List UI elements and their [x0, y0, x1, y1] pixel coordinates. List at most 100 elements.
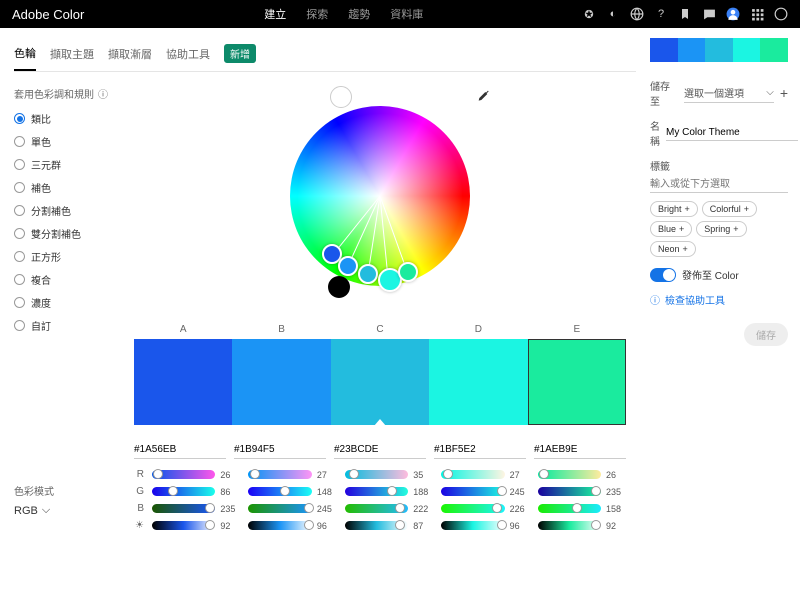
cc-icon[interactable]	[774, 7, 788, 21]
slider-track[interactable]	[345, 521, 408, 530]
slider-knob[interactable]	[304, 520, 314, 530]
slider-track[interactable]	[248, 521, 311, 530]
slider-track[interactable]	[248, 487, 311, 496]
rule-double-split[interactable]: 雙分割補色	[14, 226, 124, 241]
star-icon[interactable]: ✪	[582, 7, 596, 21]
tag-item[interactable]: Blue+	[650, 221, 692, 237]
rule-square[interactable]: 正方形	[14, 249, 124, 264]
slider-knob[interactable]	[205, 503, 215, 513]
slider-knob[interactable]	[280, 486, 290, 496]
slider-track[interactable]	[538, 487, 601, 496]
slider-value: 245	[317, 504, 337, 514]
swatch-c[interactable]	[331, 339, 429, 425]
rule-mono[interactable]: 單色	[14, 134, 124, 149]
rule-analogous[interactable]: 類比	[14, 111, 124, 126]
wheel-handle[interactable]	[338, 256, 358, 276]
slider-knob[interactable]	[349, 469, 359, 479]
rule-custom[interactable]: 自訂	[14, 318, 124, 333]
help-icon[interactable]: ?	[654, 7, 668, 21]
hex-e[interactable]	[534, 441, 626, 459]
slider-track[interactable]	[152, 487, 215, 496]
tags-input[interactable]	[650, 177, 788, 193]
eyedropper-icon[interactable]	[474, 88, 490, 107]
globe-icon[interactable]	[630, 7, 644, 21]
tag-item[interactable]: Spring+	[696, 221, 746, 237]
nav-explore[interactable]: 探索	[306, 6, 328, 22]
hex-c[interactable]	[334, 441, 426, 459]
slider-track[interactable]	[538, 504, 601, 513]
wheel-handle[interactable]	[358, 264, 378, 284]
save-button[interactable]: 儲存	[744, 323, 788, 346]
color-wheel[interactable]	[290, 106, 470, 286]
slider-knob[interactable]	[387, 486, 397, 496]
slider-track[interactable]	[345, 470, 408, 479]
swatch-b[interactable]	[232, 339, 330, 425]
slider-knob[interactable]	[492, 503, 502, 513]
slider-knob[interactable]	[153, 469, 163, 479]
tag-item[interactable]: Colorful+	[702, 201, 757, 217]
slider-track[interactable]	[441, 487, 504, 496]
slider-track[interactable]	[345, 504, 408, 513]
hex-b[interactable]	[234, 441, 326, 459]
slider-knob[interactable]	[443, 469, 453, 479]
a11y-link[interactable]: ⓘ 檢查協助工具	[650, 292, 788, 307]
slider-knob[interactable]	[168, 486, 178, 496]
color-mode-select[interactable]: RGB ⌵	[14, 504, 124, 517]
rule-split[interactable]: 分割補色	[14, 203, 124, 218]
tab-wheel[interactable]: 色輪	[14, 45, 36, 71]
slider-knob[interactable]	[539, 469, 549, 479]
slider-knob[interactable]	[497, 520, 507, 530]
slider-track[interactable]	[441, 470, 504, 479]
slider-track[interactable]	[441, 521, 504, 530]
tab-extract-theme[interactable]: 擷取主題	[50, 46, 94, 62]
publish-toggle[interactable]	[650, 268, 676, 282]
tab-extract-gradient[interactable]: 擷取漸層	[108, 46, 152, 62]
add-library-button[interactable]: +	[780, 85, 788, 101]
slider-knob[interactable]	[591, 520, 601, 530]
black-dot[interactable]	[328, 276, 350, 298]
tag-item[interactable]: Neon+	[650, 241, 696, 257]
swatch-e[interactable]	[528, 339, 626, 425]
theme-name-input[interactable]	[666, 125, 798, 141]
slider-track[interactable]	[538, 521, 601, 530]
nav-trends[interactable]: 趨勢	[348, 6, 370, 22]
slider-knob[interactable]	[572, 503, 582, 513]
nav-libraries[interactable]: 資料庫	[390, 6, 423, 22]
slider-track[interactable]	[538, 470, 601, 479]
rule-compound[interactable]: 複合	[14, 272, 124, 287]
slider-knob[interactable]	[497, 486, 507, 496]
slider-track[interactable]	[248, 504, 311, 513]
nav-create[interactable]: 建立	[264, 6, 286, 22]
avatar-icon[interactable]	[726, 7, 740, 21]
slider-track[interactable]	[345, 487, 408, 496]
library-select[interactable]: 選取一個選項⌵	[684, 83, 774, 103]
white-dot[interactable]	[330, 86, 352, 108]
slider-track[interactable]	[152, 470, 215, 479]
slider-knob[interactable]	[205, 520, 215, 530]
moon-icon[interactable]: ◐	[606, 7, 620, 21]
slider-track[interactable]	[152, 504, 215, 513]
hex-a[interactable]	[134, 441, 226, 459]
slider-track[interactable]	[152, 521, 215, 530]
bookmark-icon[interactable]	[678, 7, 692, 21]
swatch-a[interactable]	[134, 339, 232, 425]
rule-triad[interactable]: 三元群	[14, 157, 124, 172]
apps-icon[interactable]	[750, 7, 764, 21]
slider-knob[interactable]	[395, 503, 405, 513]
info-icon[interactable]: ⓘ	[98, 86, 108, 101]
slider-knob[interactable]	[304, 503, 314, 513]
slider-knob[interactable]	[591, 486, 601, 496]
rule-complementary[interactable]: 補色	[14, 180, 124, 195]
swatch-d[interactable]	[429, 339, 527, 425]
tag-item[interactable]: Bright+	[650, 201, 698, 217]
wheel-handle[interactable]	[398, 262, 418, 282]
slider-track[interactable]	[441, 504, 504, 513]
hex-d[interactable]	[434, 441, 526, 459]
slider-knob[interactable]	[395, 520, 405, 530]
slider-knob[interactable]	[250, 469, 260, 479]
tab-accessibility[interactable]: 協助工具	[166, 46, 210, 62]
rule-shades[interactable]: 濃度	[14, 295, 124, 310]
slider-value: 92	[606, 521, 626, 531]
chat-icon[interactable]	[702, 7, 716, 21]
slider-track[interactable]	[248, 470, 311, 479]
